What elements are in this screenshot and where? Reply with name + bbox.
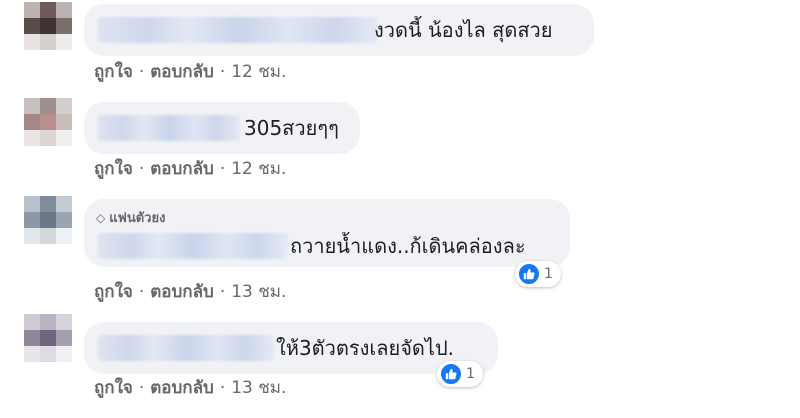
- separator-dot: ·: [138, 62, 145, 82]
- like-link[interactable]: ถูกใจ: [94, 282, 133, 302]
- comment-bubble: ◇ แฟนตัวยง ถวายน้ำแดง..ก้เดินคล่องละ: [84, 199, 570, 267]
- comment-text: งวดนี้ น้องไล สุดสวย: [374, 18, 553, 42]
- comment-text: 305สวยๆๆ: [244, 116, 339, 140]
- comment-bubble: 305สวยๆๆ: [84, 102, 360, 154]
- commenter-name-blurred[interactable]: [98, 233, 288, 259]
- timestamp[interactable]: 12 ชม.: [231, 62, 286, 82]
- separator-dot: ·: [219, 378, 226, 398]
- comment-actions: ถูกใจ · ตอบกลับ · 13 ชม.: [94, 281, 286, 303]
- like-link[interactable]: ถูกใจ: [94, 62, 133, 82]
- like-icon: [440, 363, 462, 385]
- reply-link[interactable]: ตอบกลับ: [150, 62, 214, 82]
- comment-actions: ถูกใจ · ตอบกลับ · 13 ชม.: [94, 377, 286, 399]
- commenter-name-blurred[interactable]: [98, 335, 274, 361]
- reply-link[interactable]: ตอบกลับ: [150, 159, 214, 179]
- top-fan-badge: ◇ แฟนตัวยง: [96, 210, 165, 227]
- reaction-count: 1: [466, 366, 475, 382]
- comment-text: ถวายน้ำแดง..ก้เดินคล่องละ: [290, 234, 526, 258]
- reaction-count: 1: [544, 266, 553, 282]
- commenter-name-blurred[interactable]: [98, 115, 240, 141]
- comment-bubble: งวดนี้ น้องไล สุดสวย: [84, 4, 594, 56]
- badge-label: แฟนตัวยง: [109, 211, 166, 226]
- separator-dot: ·: [138, 378, 145, 398]
- like-link[interactable]: ถูกใจ: [94, 159, 133, 179]
- reply-link[interactable]: ตอบกลับ: [150, 282, 214, 302]
- diamond-icon: ◇: [96, 211, 106, 225]
- timestamp[interactable]: 13 ชม.: [231, 282, 286, 302]
- comment-actions: ถูกใจ · ตอบกลับ · 12 ชม.: [94, 61, 286, 83]
- separator-dot: ·: [219, 159, 226, 179]
- separator-dot: ·: [219, 62, 226, 82]
- separator-dot: ·: [219, 282, 226, 302]
- reaction-summary[interactable]: 1: [437, 361, 483, 387]
- like-icon: [518, 263, 540, 285]
- reaction-summary[interactable]: 1: [515, 261, 561, 287]
- comment-text: ให้3ตัวตรงเลยจัดไป.: [276, 336, 455, 360]
- comment-actions: ถูกใจ · ตอบกลับ · 12 ชม.: [94, 158, 286, 180]
- separator-dot: ·: [138, 159, 145, 179]
- commenter-name-blurred[interactable]: [98, 17, 378, 43]
- timestamp[interactable]: 12 ชม.: [231, 159, 286, 179]
- like-link[interactable]: ถูกใจ: [94, 378, 133, 398]
- avatar[interactable]: [24, 196, 72, 244]
- reply-link[interactable]: ตอบกลับ: [150, 378, 214, 398]
- avatar[interactable]: [24, 2, 72, 50]
- avatar[interactable]: [24, 314, 72, 362]
- timestamp[interactable]: 13 ชม.: [231, 378, 286, 398]
- comment-bubble: ให้3ตัวตรงเลยจัดไป.: [84, 322, 498, 374]
- separator-dot: ·: [138, 282, 145, 302]
- avatar[interactable]: [24, 98, 72, 146]
